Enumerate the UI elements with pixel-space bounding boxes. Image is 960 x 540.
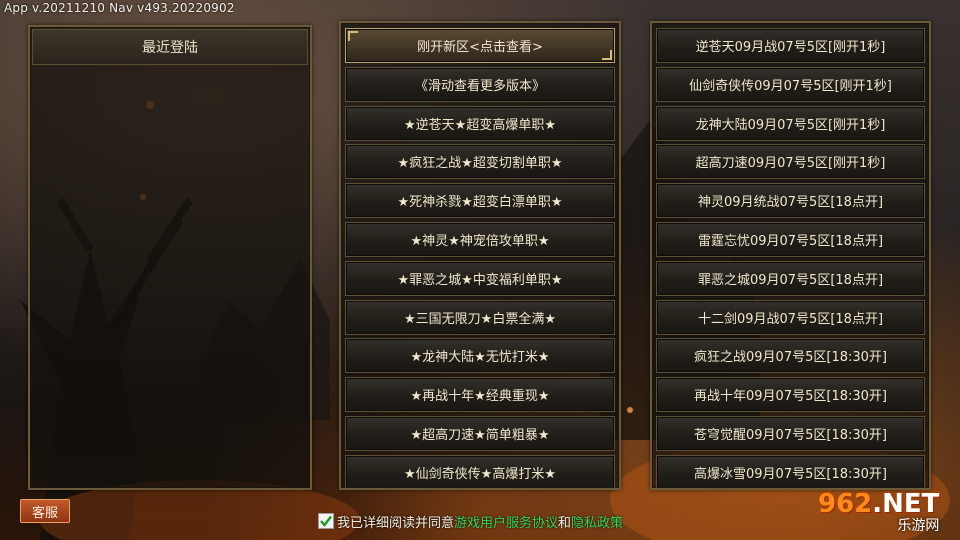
watermark-number: 962 [818, 489, 873, 519]
server-item[interactable]: 超高刀速09月07号5区[刚开1秒] [656, 144, 925, 180]
server-item[interactable]: 疯狂之战09月07号5区[18:30开] [656, 338, 925, 374]
server-list-panel[interactable]: 逆苍天09月战07号5区[刚开1秒] 仙剑奇侠传09月07号5区[刚开1秒] 龙神大… [650, 21, 931, 490]
watermark-domain: .NET [872, 489, 940, 519]
site-watermark: 962.NET 乐游网 [818, 488, 958, 536]
version-item[interactable]: 《滑动查看更多版本》 [345, 66, 615, 102]
agree-checkbox[interactable] [318, 513, 334, 529]
version-item[interactable]: ★龙神大陆★无忧打米★ [345, 338, 615, 374]
privacy-link[interactable]: 隐私政策 [571, 512, 623, 531]
server-item[interactable]: 高爆冰雪09月07号5区[18:30开] [656, 454, 925, 488]
and-text: 和 [558, 515, 572, 531]
watermark-site-name: 乐游网 [897, 518, 940, 534]
agreement-row: 我已详细阅读并同意 游戏用户服务协议 和 隐私政策 [318, 510, 623, 532]
version-item[interactable]: ★罪恶之城★中变福利单职★ [345, 260, 615, 296]
version-item[interactable]: ★三国无限刀★白票全满★ [345, 299, 615, 335]
server-item[interactable]: 十二剑09月战07号5区[18点开] [656, 299, 925, 335]
server-item[interactable]: 逆苍天09月战07号5区[刚开1秒] [656, 28, 925, 63]
recent-login-panel: 最近登陆 [28, 25, 312, 490]
version-item[interactable]: 刚开新区<点击查看> [345, 28, 615, 63]
server-item[interactable]: 再战十年09月07号5区[18:30开] [656, 377, 925, 413]
agree-prefix-text: 我已详细阅读并同意 [337, 515, 455, 531]
customer-service-button[interactable]: 客服 [20, 499, 70, 523]
recent-login-title: 最近登陆 [32, 29, 308, 65]
version-item[interactable]: ★神灵★神宠倍攻单职★ [345, 222, 615, 257]
server-item[interactable]: 罪恶之城09月07号5区[18点开] [656, 260, 925, 296]
checkmark-icon [320, 515, 332, 527]
server-item[interactable]: 雷霆忘忧09月07号5区[18点开] [656, 222, 925, 257]
version-item[interactable]: ★超高刀速★简单粗暴★ [345, 416, 615, 451]
server-item[interactable]: 神灵09月统战07号5区[18点开] [656, 183, 925, 219]
version-item[interactable]: ★死神杀戮★超变白漂单职★ [345, 183, 615, 219]
terms-link[interactable]: 游戏用户服务协议 [454, 512, 558, 531]
version-list-panel[interactable]: 刚开新区<点击查看> 《滑动查看更多版本》 ★逆苍天★超变高爆单职★ ★疯狂之战★超变… [339, 21, 621, 490]
version-item[interactable]: ★逆苍天★超变高爆单职★ [345, 105, 615, 141]
version-item[interactable]: ★再战十年★经典重现★ [345, 377, 615, 413]
server-item[interactable]: 苍穹觉醒09月07号5区[18:30开] [656, 416, 925, 451]
version-text: App v.20211210 Nav v493.20220902 [4, 1, 235, 15]
version-item[interactable]: ★仙剑奇侠传★高爆打米★ [345, 454, 615, 488]
server-item[interactable]: 龙神大陆09月07号5区[刚开1秒] [656, 105, 925, 141]
server-item[interactable]: 仙剑奇侠传09月07号5区[刚开1秒] [656, 66, 925, 102]
watermark-logo: 962.NET 乐游网 [818, 491, 939, 533]
version-item[interactable]: ★疯狂之战★超变切割单职★ [345, 144, 615, 180]
